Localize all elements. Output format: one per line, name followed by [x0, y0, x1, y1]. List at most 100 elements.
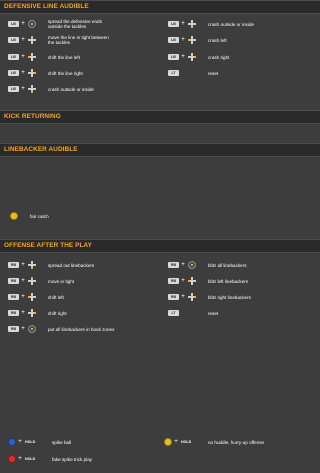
rb-button-icon: RB [8, 310, 19, 316]
plus-icon: + [21, 293, 25, 300]
section-title: OFFENSE AFTER THE PLAY [0, 239, 320, 253]
lb-button-icon: LB [168, 37, 179, 43]
hold-label: HOLD [181, 440, 192, 444]
list-item-label: move in tight [48, 278, 75, 284]
y-button-icon [164, 438, 172, 446]
list-item-label: fake spike trick play [52, 456, 93, 462]
list-item-label: shift right [48, 310, 67, 316]
list-item-label: blitz left linebackers [208, 278, 249, 284]
dpad-up-icon [28, 277, 36, 285]
right-stick-icon [28, 325, 36, 333]
plus-icon: + [21, 36, 25, 43]
list-item-label: move the line in tight between the tackle… [48, 35, 109, 45]
plus-icon: + [21, 261, 25, 268]
plus-icon: + [21, 309, 25, 316]
list-item: RB + put all linebackers in hook zones [8, 323, 158, 335]
list-item: LT reset [168, 67, 318, 79]
defensive-line-rows: LB + spread the defensive ends outside th… [0, 14, 320, 98]
dpad-down-icon [28, 261, 36, 269]
plus-icon: + [21, 53, 25, 60]
section-title: KICK RETURNING [0, 110, 320, 124]
plus-icon: + [18, 455, 22, 462]
list-item-label: reset [208, 310, 219, 316]
list-item: LT reset [168, 307, 318, 319]
kick-returning-rows: fair catch [0, 208, 320, 224]
plus-icon: + [21, 20, 25, 27]
plus-icon: + [21, 69, 25, 76]
list-item: LB + spread the defensive ends outside th… [8, 18, 158, 32]
dpad-right-icon [28, 309, 36, 317]
section-offense-after: OFFENSE AFTER THE PLAY [0, 239, 320, 253]
list-item: + HOLD fake spike trick play [8, 453, 158, 465]
list-item-label: blitz right linebackers [208, 294, 251, 300]
list-item-label: no huddle, hurry-up offense [208, 439, 265, 445]
plus-icon: + [21, 277, 25, 284]
list-item-label: fair catch [30, 213, 49, 219]
list-item: fair catch [8, 210, 158, 222]
section-title: DEFENSIVE LINE AUDIBLE [0, 0, 320, 14]
plus-icon: + [181, 53, 185, 60]
list-item-label: put all linebackers in hook zones [48, 326, 115, 332]
list-item: + HOLD spike ball [8, 436, 158, 448]
rb-button-icon: RB [8, 326, 19, 332]
plus-icon: + [181, 277, 185, 284]
list-item: RB + shift right [8, 307, 158, 319]
plus-icon: + [181, 261, 185, 268]
list-item: LB + crash right [168, 51, 318, 63]
list-item-label: crash outside or inside [208, 21, 254, 27]
list-item-label: spread the defensive ends outside the tac… [48, 19, 102, 29]
linebacker-rows: RB + spread out linebackers RB + move in… [0, 257, 320, 337]
plus-icon: + [181, 293, 185, 300]
plus-icon: + [21, 85, 25, 92]
dpad-left-icon [28, 53, 36, 61]
section-kick-returning: KICK RETURNING [0, 110, 320, 124]
list-item-label: shift the line right [48, 70, 83, 76]
section-defensive-line: DEFENSIVE LINE AUDIBLE [0, 0, 320, 14]
list-item-label: blitz all linebackers [208, 262, 247, 268]
lb-button-icon: LB [8, 37, 19, 43]
list-item-label: crash left [208, 37, 227, 43]
rb-button-icon: RB [8, 294, 19, 300]
left-stick-icon [188, 261, 196, 269]
dpad-right-icon [188, 293, 196, 301]
list-item-label: reset [208, 70, 219, 76]
list-item: RB + blitz left linebackers [168, 275, 318, 287]
offense-after-rows: + HOLD spike ball + HOLD fake spike tric… [0, 433, 320, 473]
dpad-left-icon [28, 293, 36, 301]
hold-label: HOLD [25, 440, 36, 444]
lb-button-icon: LB [8, 21, 19, 27]
lb-button-icon: LB [168, 54, 179, 60]
dpad-down-icon [188, 20, 196, 28]
lb-button-icon: LB [8, 86, 19, 92]
section-title: LINEBACKER AUDIBLE [0, 143, 320, 157]
list-item: LB + crash left [168, 34, 318, 46]
list-item: + HOLD no huddle, hurry-up offense [164, 436, 318, 448]
list-item-label: shift the line left [48, 54, 80, 60]
plus-icon: + [18, 438, 22, 445]
dpad-left-icon [188, 277, 196, 285]
rb-button-icon: RB [168, 262, 179, 268]
list-item: RB + spread out linebackers [8, 259, 158, 271]
dpad-left-icon [188, 36, 196, 44]
rb-button-icon: RB [168, 294, 179, 300]
plus-icon: + [174, 438, 178, 445]
plus-icon: + [181, 36, 185, 43]
dpad-right-icon [28, 69, 36, 77]
list-item: LB + crash outside or inside [8, 83, 158, 95]
plus-icon: + [181, 20, 185, 27]
section-linebacker: LINEBACKER AUDIBLE [0, 143, 320, 157]
left-stick-icon [28, 20, 36, 28]
dpad-down-icon [28, 85, 36, 93]
plus-icon: + [21, 325, 25, 332]
list-item: LB + crash outside or inside [168, 18, 318, 30]
list-item-label: spike ball [52, 439, 72, 445]
list-item: LB + shift the line right [8, 67, 158, 79]
list-item-label: spread out linebackers [48, 262, 95, 268]
list-item: LB + shift the line left [8, 51, 158, 63]
lb-button-icon: LB [8, 54, 19, 60]
lt-button-icon: LT [168, 70, 179, 76]
x-button-icon [8, 438, 16, 446]
lb-button-icon: LB [8, 70, 19, 76]
lt-button-icon: LT [168, 310, 179, 316]
y-button-icon [10, 212, 18, 220]
